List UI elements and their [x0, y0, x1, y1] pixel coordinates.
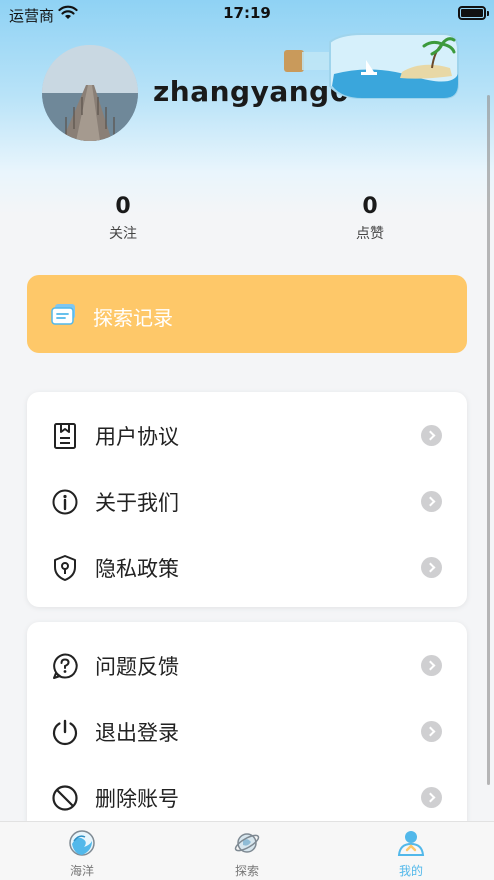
power-icon — [52, 719, 78, 746]
likes-count: 0 — [362, 194, 378, 219]
cards-icon — [51, 304, 75, 325]
chevron-right-icon — [421, 787, 442, 808]
bottle-illustration — [284, 33, 459, 99]
menu-item-about-us[interactable]: 关于我们 — [27, 468, 467, 534]
question-bubble-icon — [53, 653, 78, 679]
menu-item-label: 退出登录 — [95, 721, 179, 745]
tab-mine[interactable]: 我的 — [361, 822, 461, 880]
chevron-right-icon — [421, 557, 442, 578]
explore-record-button[interactable]: 探索记录 — [27, 275, 467, 353]
chevron-right-icon — [421, 491, 442, 512]
likes-label: 点赞 — [356, 226, 384, 242]
shield-icon — [54, 555, 76, 581]
following-stat[interactable]: 0 关注 — [83, 194, 163, 243]
avatar[interactable] — [42, 45, 138, 141]
menu-item-privacy-policy[interactable]: 隐私政策 — [27, 534, 467, 600]
menu-card-info: 用户协议 关于我们 隐私政策 — [27, 392, 467, 607]
profile-icon — [397, 831, 425, 856]
menu-item-feedback[interactable]: 问题反馈 — [27, 632, 467, 698]
likes-stat[interactable]: 0 点赞 — [330, 194, 410, 243]
chevron-right-icon — [421, 721, 442, 742]
ocean-icon — [69, 830, 95, 856]
menu-card-account: 问题反馈 退出登录 删除账号 — [27, 622, 467, 837]
pier-photo — [42, 45, 138, 141]
menu-item-label: 关于我们 — [95, 491, 179, 515]
chevron-right-icon — [421, 655, 442, 676]
explore-record-label: 探索记录 — [93, 306, 173, 330]
tab-label: 我的 — [398, 864, 423, 878]
planet-icon — [234, 833, 260, 853]
menu-item-label: 用户协议 — [95, 425, 179, 449]
following-count: 0 — [115, 194, 131, 219]
document-icon — [54, 423, 76, 449]
menu-item-label: 问题反馈 — [95, 655, 179, 679]
menu-item-user-agreement[interactable]: 用户协议 — [27, 402, 467, 468]
menu-item-label: 删除账号 — [95, 787, 179, 811]
tab-bar: 海洋 探索 我的 — [0, 821, 494, 880]
battery-icon — [458, 6, 489, 20]
following-label: 关注 — [109, 226, 137, 242]
menu-item-logout[interactable]: 退出登录 — [27, 698, 467, 764]
scrollbar[interactable] — [487, 95, 490, 785]
tab-label: 海洋 — [69, 864, 94, 878]
prohibited-icon — [52, 785, 78, 811]
tab-ocean[interactable]: 海洋 — [32, 822, 132, 880]
tab-explore[interactable]: 探索 — [197, 822, 297, 880]
menu-item-label: 隐私政策 — [95, 557, 179, 581]
info-icon — [52, 489, 78, 515]
chevron-right-icon — [421, 425, 442, 446]
tab-label: 探索 — [234, 864, 259, 878]
clock: 17:19 — [223, 4, 271, 22]
